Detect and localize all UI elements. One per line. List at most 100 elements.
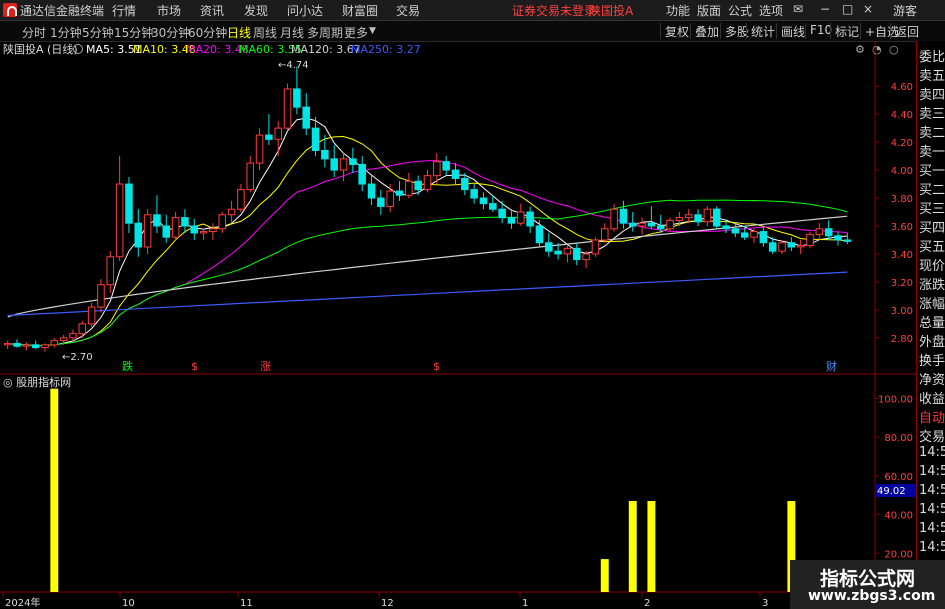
button-fuquan[interactable]: 复权 — [660, 23, 693, 39]
menu-banmian[interactable]: 版面 — [697, 2, 721, 19]
candle-body — [619, 208, 628, 224]
indicator-bar — [600, 559, 609, 592]
sidebar-item: 卖二 — [919, 126, 945, 141]
message-icon[interactable]: ✉ — [793, 2, 803, 16]
candle-body — [199, 231, 208, 234]
candle-body — [591, 239, 600, 255]
candle-body — [218, 214, 227, 230]
menu-zixun[interactable]: 资讯 — [200, 2, 224, 19]
price-tick-label: 3.60 — [891, 222, 913, 233]
candle-body — [787, 242, 796, 248]
sidebar-item: 14:56 — [919, 502, 945, 517]
tab-5min[interactable]: 5分钟 — [82, 24, 114, 41]
button-diejia[interactable]: 叠加 — [690, 23, 723, 39]
time-tick-label: 2 — [644, 598, 650, 609]
sidebar-item: 收益 — [919, 392, 945, 407]
sidebar-item: 卖三 — [919, 107, 945, 122]
candle-body — [675, 217, 684, 221]
candle-body — [311, 127, 320, 151]
maximize-icon[interactable]: □ — [842, 2, 853, 16]
candle-body — [526, 211, 534, 227]
menu-shichang[interactable]: 市场 — [157, 2, 181, 19]
svg-text:⚙: ⚙ — [855, 43, 865, 56]
header-window-icons[interactable]: ⚙ ◔ ○ — [855, 43, 899, 56]
sidebar-item: 买五 — [919, 240, 945, 255]
time-tick-label: 10 — [122, 598, 135, 609]
tab-multi-period[interactable]: 多周期 — [307, 24, 343, 41]
indicator-tick-label: 80.00 — [884, 433, 913, 444]
close-icon[interactable]: × — [863, 2, 873, 16]
sidebar-item: 委比 — [919, 50, 945, 65]
candle-body — [115, 183, 124, 258]
indicator-title: ◎ 股朋指标网 — [3, 375, 71, 389]
candle-body — [330, 158, 338, 171]
marker-zhang: 涨 — [260, 360, 271, 373]
user-guest[interactable]: 游客 — [893, 2, 917, 19]
indicator-bar — [647, 500, 656, 592]
chart-area[interactable]: 2.80 3.00 3.20 3.40 3.60 3.80 4.00 4.20 4.40 4.60… — [0, 41, 916, 609]
candle-body — [395, 190, 404, 196]
tab-15min[interactable]: 15分钟 — [114, 24, 153, 41]
candle-body — [134, 222, 143, 248]
candle-body — [97, 284, 105, 308]
menu-jiaoyi[interactable]: 交易 — [396, 2, 420, 19]
candle-body — [162, 225, 171, 238]
tab-60min[interactable]: 60分钟 — [188, 24, 227, 41]
minimize-icon[interactable]: − — [820, 2, 830, 16]
candle-body — [806, 233, 814, 247]
candle-body — [265, 134, 273, 140]
candle-body — [302, 106, 310, 129]
sidebar-item: 自动 — [919, 411, 945, 426]
chevron-down-icon[interactable]: ▼ — [369, 26, 376, 36]
period-toolbar: 分时 1分钟 5分钟 15分钟 30分钟 60分钟 日线 周线 月线 多周期 更… — [0, 21, 945, 42]
marker-dollar-2: $ — [433, 360, 440, 373]
candle-body — [694, 214, 702, 223]
sidebar-item: 外盘 — [919, 335, 945, 350]
button-biaoji[interactable]: 标记 — [830, 23, 863, 39]
candle-body — [386, 190, 394, 207]
menu-gongshi[interactable]: 公式 — [728, 2, 752, 19]
candle-body — [778, 242, 786, 252]
candle-body — [451, 169, 460, 179]
menu-wenxiaoda[interactable]: 问小达 — [287, 2, 323, 19]
candle-body — [750, 231, 758, 238]
sidebar-item: 14:56 — [919, 483, 945, 498]
button-tongji[interactable]: 统计 — [746, 23, 779, 39]
tab-weekly[interactable]: 周线 — [253, 24, 277, 41]
time-tick-label: 3 — [762, 598, 768, 609]
candle-body — [740, 232, 749, 238]
candle-body — [498, 208, 506, 219]
sidebar-item: 14:56 — [919, 445, 945, 460]
candle-body — [479, 197, 488, 205]
sidebar-item: 净资 — [919, 373, 945, 388]
indicator-tick-label: 100.00 — [878, 394, 913, 405]
candle-body — [442, 161, 450, 171]
candle-body — [339, 158, 348, 171]
candle-body — [209, 228, 217, 233]
sidebar-item: 14:56 — [919, 540, 945, 555]
menu-hangqing[interactable]: 行情 — [112, 2, 136, 19]
menu-gongneng[interactable]: 功能 — [666, 2, 690, 19]
candle-body — [768, 242, 777, 252]
indicator-tick-label: 60.00 — [884, 472, 913, 483]
menu-caifuquan[interactable]: 财富圈 — [342, 2, 378, 19]
candle-body — [722, 225, 730, 230]
tab-30min[interactable]: 30分钟 — [151, 24, 190, 41]
marker-dollar-1: $ — [191, 360, 198, 373]
sidebar-item: 买四 — [919, 221, 945, 236]
tab-daily[interactable]: 日线 — [227, 24, 251, 41]
candle-body — [563, 247, 572, 255]
tab-1min[interactable]: 1分钟 — [50, 24, 82, 41]
login-status[interactable]: 证券交易未登录 — [512, 2, 596, 19]
tab-monthly[interactable]: 月线 — [280, 24, 304, 41]
tab-fenshi[interactable]: 分时 — [22, 24, 46, 41]
menu-faxian[interactable]: 发现 — [244, 2, 268, 19]
ma10-line — [7, 135, 848, 347]
sidebar-item: 卖五 — [919, 69, 945, 84]
candle-body — [554, 250, 562, 255]
tab-more[interactable]: 更多 — [344, 24, 368, 41]
menu-xuanxiang[interactable]: 选项 — [759, 2, 783, 19]
current-stock-name: 陕国投A — [589, 4, 634, 18]
button-back[interactable]: 返回 — [890, 23, 923, 39]
candle-body — [815, 228, 824, 235]
